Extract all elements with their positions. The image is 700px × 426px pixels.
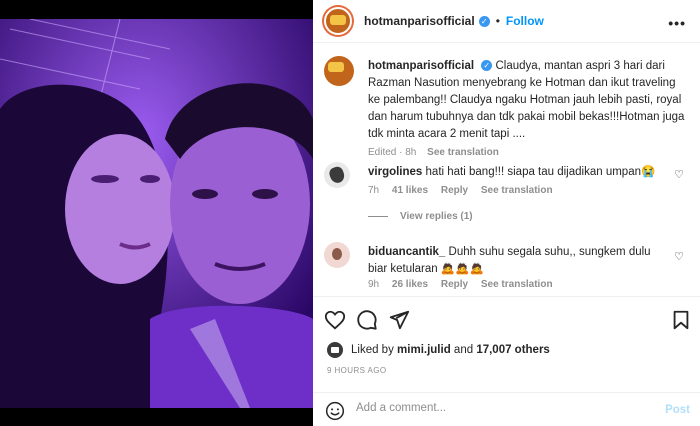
liker-username[interactable]: mimi.julid: [397, 344, 451, 356]
add-comment-bar: Post: [313, 392, 700, 426]
view-replies-label[interactable]: View replies (1): [400, 211, 473, 222]
post-photo[interactable]: [0, 19, 313, 408]
photo-illustration: [0, 19, 313, 408]
separator-dot: •: [495, 14, 500, 28]
comment-icon[interactable]: [356, 309, 378, 331]
author-avatar[interactable]: [324, 7, 352, 35]
comment-username[interactable]: virgolines: [368, 166, 422, 178]
more-options-icon[interactable]: •••: [668, 15, 686, 31]
caption-avatar[interactable]: [324, 56, 354, 86]
comment-like-heart-icon[interactable]: ♡: [674, 250, 684, 263]
comment-see-translation[interactable]: See translation: [481, 279, 553, 290]
comment-text: hati hati bang!!! siapa tau dijadikan um…: [425, 166, 656, 178]
likes-prefix: Liked by: [351, 344, 394, 356]
view-replies-button[interactable]: View replies (1): [368, 211, 473, 222]
caption-username[interactable]: hotmanparisofficial: [368, 60, 474, 72]
likes-others-count[interactable]: 17,007 others: [476, 344, 550, 356]
comment-username[interactable]: biduancantik_: [368, 246, 445, 258]
likes-connector: and: [453, 344, 474, 356]
comment-body: biduancantik_ Duhh suhu segala suhu,, su…: [368, 244, 668, 278]
comment-reply-button[interactable]: Reply: [441, 279, 468, 290]
emoji-icon[interactable]: [325, 401, 345, 421]
verified-badge-icon: ✓: [481, 60, 493, 72]
post-comment-button[interactable]: Post: [665, 404, 690, 416]
commenter-avatar[interactable]: [324, 162, 350, 188]
commenter-avatar[interactable]: [324, 242, 350, 268]
caption-see-translation[interactable]: See translation: [427, 147, 499, 158]
heart-icon[interactable]: [324, 309, 346, 331]
caption-text: Claudya, mantan aspri 3 hari dari Razman…: [368, 60, 685, 140]
caption-edited: Edited · 8h: [368, 147, 417, 158]
likes-summary: Liked by mimi.julid and 17,007 others: [327, 342, 550, 358]
comment-likes[interactable]: 26 likes: [392, 279, 428, 290]
verified-badge-icon: ✓: [478, 15, 490, 27]
comment-likes[interactable]: 41 likes: [392, 185, 428, 196]
post-timestamp[interactable]: 9 HOURS AGO: [327, 366, 387, 375]
comment-see-translation[interactable]: See translation: [481, 185, 553, 196]
post-actions-bar: [313, 296, 700, 342]
add-comment-input[interactable]: [356, 402, 656, 414]
post-media-pane: [0, 0, 313, 426]
share-icon[interactable]: [388, 309, 410, 331]
comment-meta: 7h 41 likes Reply See translation: [368, 185, 563, 196]
caption-body: hotmanparisofficial ✓ Claudya, mantan as…: [368, 58, 690, 143]
comment-time: 7h: [368, 185, 380, 196]
comments-section: hotmanparisofficial ✓ Claudya, mantan as…: [313, 44, 700, 296]
comment-meta: 9h 26 likes Reply See translation: [368, 279, 563, 290]
replies-divider: [368, 216, 388, 217]
bookmark-icon[interactable]: [670, 309, 692, 331]
comment-reply-button[interactable]: Reply: [441, 185, 468, 196]
follow-button[interactable]: Follow: [506, 14, 544, 28]
post-side-panel: hotmanparisofficial ✓ • Follow ••• hotma…: [313, 0, 700, 426]
post-header: hotmanparisofficial ✓ • Follow •••: [313, 0, 700, 43]
author-username[interactable]: hotmanparisofficial: [364, 14, 475, 28]
comment-body: virgolines hati hati bang!!! siapa tau d…: [368, 164, 668, 181]
comment-like-heart-icon[interactable]: ♡: [674, 168, 684, 181]
caption-meta: Edited · 8h See translation: [368, 147, 499, 158]
liker-avatar[interactable]: [327, 342, 343, 358]
comment-time: 9h: [368, 279, 380, 290]
